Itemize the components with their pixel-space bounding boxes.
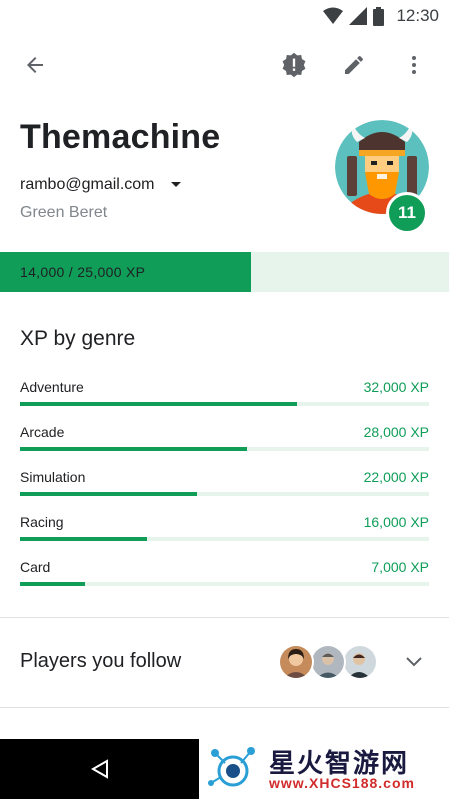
followed-player-avatar <box>278 644 314 680</box>
nav-back-icon <box>90 759 108 779</box>
genre-bar-track <box>20 402 429 406</box>
genre-label: Arcade <box>20 424 65 440</box>
genre-row-adventure: Adventure 32,000 XP <box>20 379 429 407</box>
person-photo-icon <box>312 646 344 678</box>
more-vert-icon <box>412 56 416 74</box>
players-you-follow-title: Players you follow <box>20 650 182 672</box>
watermark: 星火智游网 www.XHCS188.com <box>199 739 449 799</box>
status-bar: 12:30 <box>0 0 449 32</box>
back-button[interactable] <box>15 45 55 85</box>
arrow-back-icon <box>27 57 43 73</box>
genre-bar <box>20 447 247 451</box>
battery-icon <box>373 6 385 26</box>
status-time: 12:30 <box>396 6 439 25</box>
watermark-url: www.XHCS188.com <box>269 775 415 791</box>
account-switcher[interactable]: rambo@gmail.com <box>20 176 181 194</box>
wifi-icon <box>323 7 344 24</box>
nav-back-button[interactable] <box>84 753 116 785</box>
followed-player-avatar <box>342 644 378 680</box>
dropdown-caret-icon <box>170 182 181 187</box>
followed-player-avatar <box>310 644 346 680</box>
status-icons: 12:30 <box>323 6 439 26</box>
genre-xp-value: 7,000 XP <box>371 559 429 575</box>
genre-label: Simulation <box>20 469 86 485</box>
more-options-button[interactable] <box>394 45 434 85</box>
account-email: rambo@gmail.com <box>20 176 155 193</box>
level-badge: 11 <box>386 192 428 234</box>
genre-bar <box>20 582 86 586</box>
person-photo-icon <box>344 646 376 678</box>
genre-label: Racing <box>20 514 64 530</box>
toolbar <box>0 40 449 90</box>
genre-label: Adventure <box>20 379 84 395</box>
genre-label: Card <box>20 559 51 575</box>
divider <box>0 707 449 708</box>
genre-bar <box>20 402 297 406</box>
edit-icon <box>345 55 363 74</box>
profile-name: Themachine <box>20 118 221 156</box>
genre-bar <box>20 492 198 496</box>
genre-xp-value: 16,000 XP <box>363 514 429 530</box>
report-icon <box>282 52 306 78</box>
edit-button[interactable] <box>334 45 374 85</box>
genre-row-arcade: Arcade 28,000 XP <box>20 424 429 452</box>
genre-row-racing: Racing 16,000 XP <box>20 514 429 542</box>
expand-button[interactable] <box>398 646 430 678</box>
signal-icon <box>349 7 368 25</box>
report-button[interactable] <box>274 45 314 85</box>
xp-by-genre-title: XP by genre <box>20 327 136 350</box>
chevron-down-icon <box>406 657 422 667</box>
person-photo-icon <box>280 646 312 678</box>
genre-row-card: Card 7,000 XP <box>20 559 429 587</box>
genre-bar-track <box>20 447 429 451</box>
genre-bar-track <box>20 582 429 586</box>
genre-row-simulation: Simulation 22,000 XP <box>20 469 429 497</box>
player-title: Green Beret <box>20 204 108 221</box>
genre-bar-track <box>20 537 429 541</box>
genre-xp-value: 28,000 XP <box>363 424 429 440</box>
watermark-logo-icon <box>208 747 255 787</box>
followed-players-avatars[interactable] <box>278 644 378 680</box>
xp-progress-label: 14,000 / 25,000 XP <box>20 264 146 280</box>
genre-xp-value: 22,000 XP <box>363 469 429 485</box>
genre-bar-track <box>20 492 429 496</box>
xp-progress-bar: 14,000 / 25,000 XP <box>0 252 449 292</box>
genre-bar <box>20 537 148 541</box>
genre-xp-value: 32,000 XP <box>363 379 429 395</box>
